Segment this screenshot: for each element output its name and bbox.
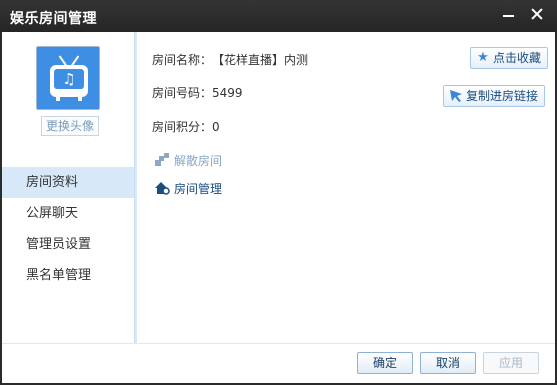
sidebar: ♫ 更换头像 房间资料 公屏聊天 管理员设置 黑名单管理: [2, 32, 134, 343]
room-name-value: 【花样直播】内测: [212, 53, 309, 67]
room-points-value: 0: [212, 120, 220, 134]
change-avatar-button[interactable]: 更换头像: [41, 116, 99, 136]
sidebar-item-blacklist[interactable]: 黑名单管理: [2, 260, 134, 291]
ok-button[interactable]: 确定: [357, 352, 413, 374]
copy-room-link-button[interactable]: 复制进房链接: [443, 85, 546, 107]
room-name-row: 房间名称：【花样直播】内测: [152, 51, 308, 68]
room-management-label: 房间管理: [174, 182, 223, 196]
tv-leg: [78, 96, 82, 101]
minimize-button[interactable]: [496, 3, 522, 25]
apply-button[interactable]: 应用: [483, 352, 539, 374]
sidebar-item-public-chat[interactable]: 公屏聊天: [2, 198, 134, 229]
favorite-button[interactable]: ★ 点击收藏: [470, 47, 549, 69]
room-points-row: 房间积分：0: [152, 118, 220, 135]
room-number-value: 5499: [212, 86, 243, 100]
sidebar-item-room-info[interactable]: 房间资料: [2, 167, 134, 198]
tv-leg: [56, 96, 60, 101]
room-management-window: 娱乐房间管理 ♫ 更换头像 房间资料 公屏聊天 管理员设置 黑名单管理 房间名称…: [0, 0, 557, 385]
pointer-icon: [449, 89, 463, 103]
window-title: 娱乐房间管理: [10, 11, 97, 27]
room-points-label: 房间积分：: [152, 120, 213, 134]
music-note-icon: ♫: [54, 69, 84, 89]
sidebar-nav: 房间资料 公屏聊天 管理员设置 黑名单管理: [2, 167, 134, 291]
title-bar[interactable]: 娱乐房间管理: [0, 0, 557, 32]
room-avatar: ♫: [36, 46, 100, 110]
close-button[interactable]: [524, 3, 550, 25]
room-info-panel: 房间名称：【花样直播】内测 房间号码：5499 房间积分：0 ★ 点击收藏 复制…: [137, 32, 555, 343]
copy-room-link-label: 复制进房链接: [466, 89, 539, 103]
tv-body: ♫: [50, 65, 88, 97]
dissolve-room-label: 解散房间: [174, 154, 223, 168]
cancel-button[interactable]: 取消: [420, 352, 476, 374]
room-name-label: 房间名称：: [152, 53, 213, 67]
dialog-body: ♫ 更换头像 房间资料 公屏聊天 管理员设置 黑名单管理 房间名称：【花样直播】…: [2, 32, 555, 383]
room-number-row: 房间号码：5499: [152, 84, 243, 101]
room-management-link[interactable]: 房间管理: [154, 180, 222, 197]
dialog-footer: 确定 取消 应用: [2, 343, 555, 383]
room-settings-icon: [154, 181, 170, 195]
sidebar-item-admin-settings[interactable]: 管理员设置: [2, 229, 134, 260]
dissolve-room-link[interactable]: 解散房间: [154, 152, 222, 169]
dissolve-room-icon: [154, 153, 170, 167]
favorite-label: 点击收藏: [493, 51, 542, 65]
star-icon: ★: [477, 50, 489, 65]
room-number-label: 房间号码：: [152, 86, 213, 100]
